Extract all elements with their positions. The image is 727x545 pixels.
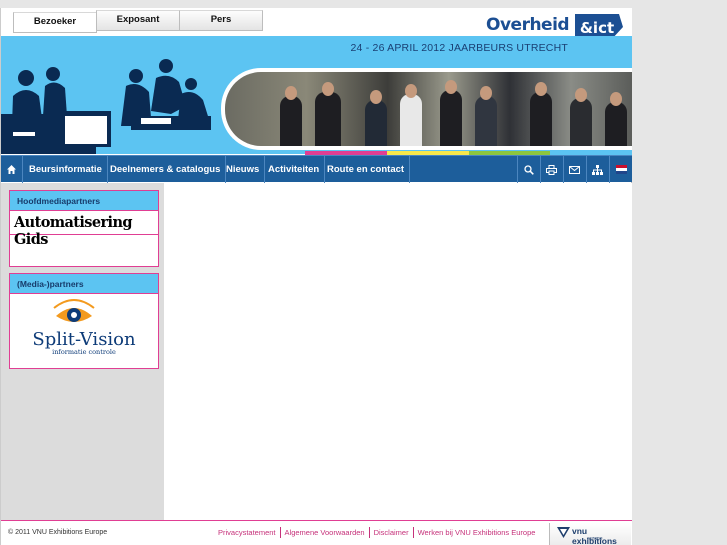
footer-link-careers[interactable]: Werken bij VNU Exhibitions Europe [414,527,540,538]
nav-item-deelnemers[interactable]: Deelnemers & catalogus [105,156,227,183]
search-button[interactable] [517,156,539,183]
split-vision-text: Split-Vision [32,329,136,350]
tab-bezoeker[interactable]: Bezoeker [13,12,97,33]
main-navigation: Beursinformatie Deelnemers & catalogus N… [1,155,632,183]
footer: © 2011 VNU Exhibitions Europe Privacysta… [1,520,632,545]
logo-text: Overheid [486,15,570,35]
top-bar: Bezoeker Exposant Pers Overheid &ict [1,8,632,42]
footer-link-privacy[interactable]: Privacystatement [214,527,281,538]
language-button[interactable] [609,156,632,183]
vnu-logo[interactable]: vnu exhibitions europe [549,523,631,545]
event-date: 24 - 26 APRIL 2012 JAARBEURS UTRECHT [350,42,568,54]
print-icon [546,164,557,175]
footer-links: Privacystatement Algemene Voorwaarden Di… [214,527,539,538]
sidebar: Hoofdmediapartners Automatisering Gids (… [1,183,164,520]
box-title: (Media-)partners [10,274,158,294]
vnu-brand-sub: europe [587,536,603,542]
nav-item-route-contact[interactable]: Route en contact [322,156,411,183]
split-vision-subtext: informatie controle [52,348,116,356]
page-frame: Bezoeker Exposant Pers Overheid &ict 24 … [0,8,632,545]
nav-item-activiteiten[interactable]: Activiteiten [263,156,326,183]
header-banner: 24 - 26 APRIL 2012 JAARBEURS UTRECHT [1,36,632,154]
footer-link-terms[interactable]: Algemene Voorwaarden [281,527,370,538]
box-title: Hoofdmediapartners [10,191,158,211]
home-icon [7,165,16,174]
visitors-silhouette-illustration [1,59,211,154]
split-vision-logo[interactable]: Split-Vision informatie controle [10,294,158,369]
sitemap-icon [592,164,603,175]
automatisering-gids-logo[interactable]: Automatisering Gids [10,211,158,248]
search-icon [523,164,534,175]
media-partners-box: (Media-)partners Split-Vision informatie… [9,273,159,369]
nav-item-beursinformatie[interactable]: Beursinformatie [24,156,108,183]
exhibition-photo [221,68,632,150]
main-media-partners-box: Hoofdmediapartners Automatisering Gids [9,190,159,267]
mail-button[interactable] [563,156,585,183]
tab-pers[interactable]: Pers [179,10,263,31]
footer-link-disclaimer[interactable]: Disclaimer [370,527,414,538]
flag-nl-icon [615,165,627,174]
print-button[interactable] [540,156,562,183]
logo-badge-text: &ict [580,19,614,37]
mail-icon [569,165,580,174]
main-content [164,183,632,520]
tab-exposant[interactable]: Exposant [96,10,180,31]
home-link[interactable] [1,156,23,183]
sitemap-button[interactable] [586,156,608,183]
nav-item-nieuws[interactable]: Nieuws [221,156,266,183]
vnu-logo-icon [557,527,570,538]
copyright: © 2011 VNU Exhibitions Europe [8,529,108,536]
